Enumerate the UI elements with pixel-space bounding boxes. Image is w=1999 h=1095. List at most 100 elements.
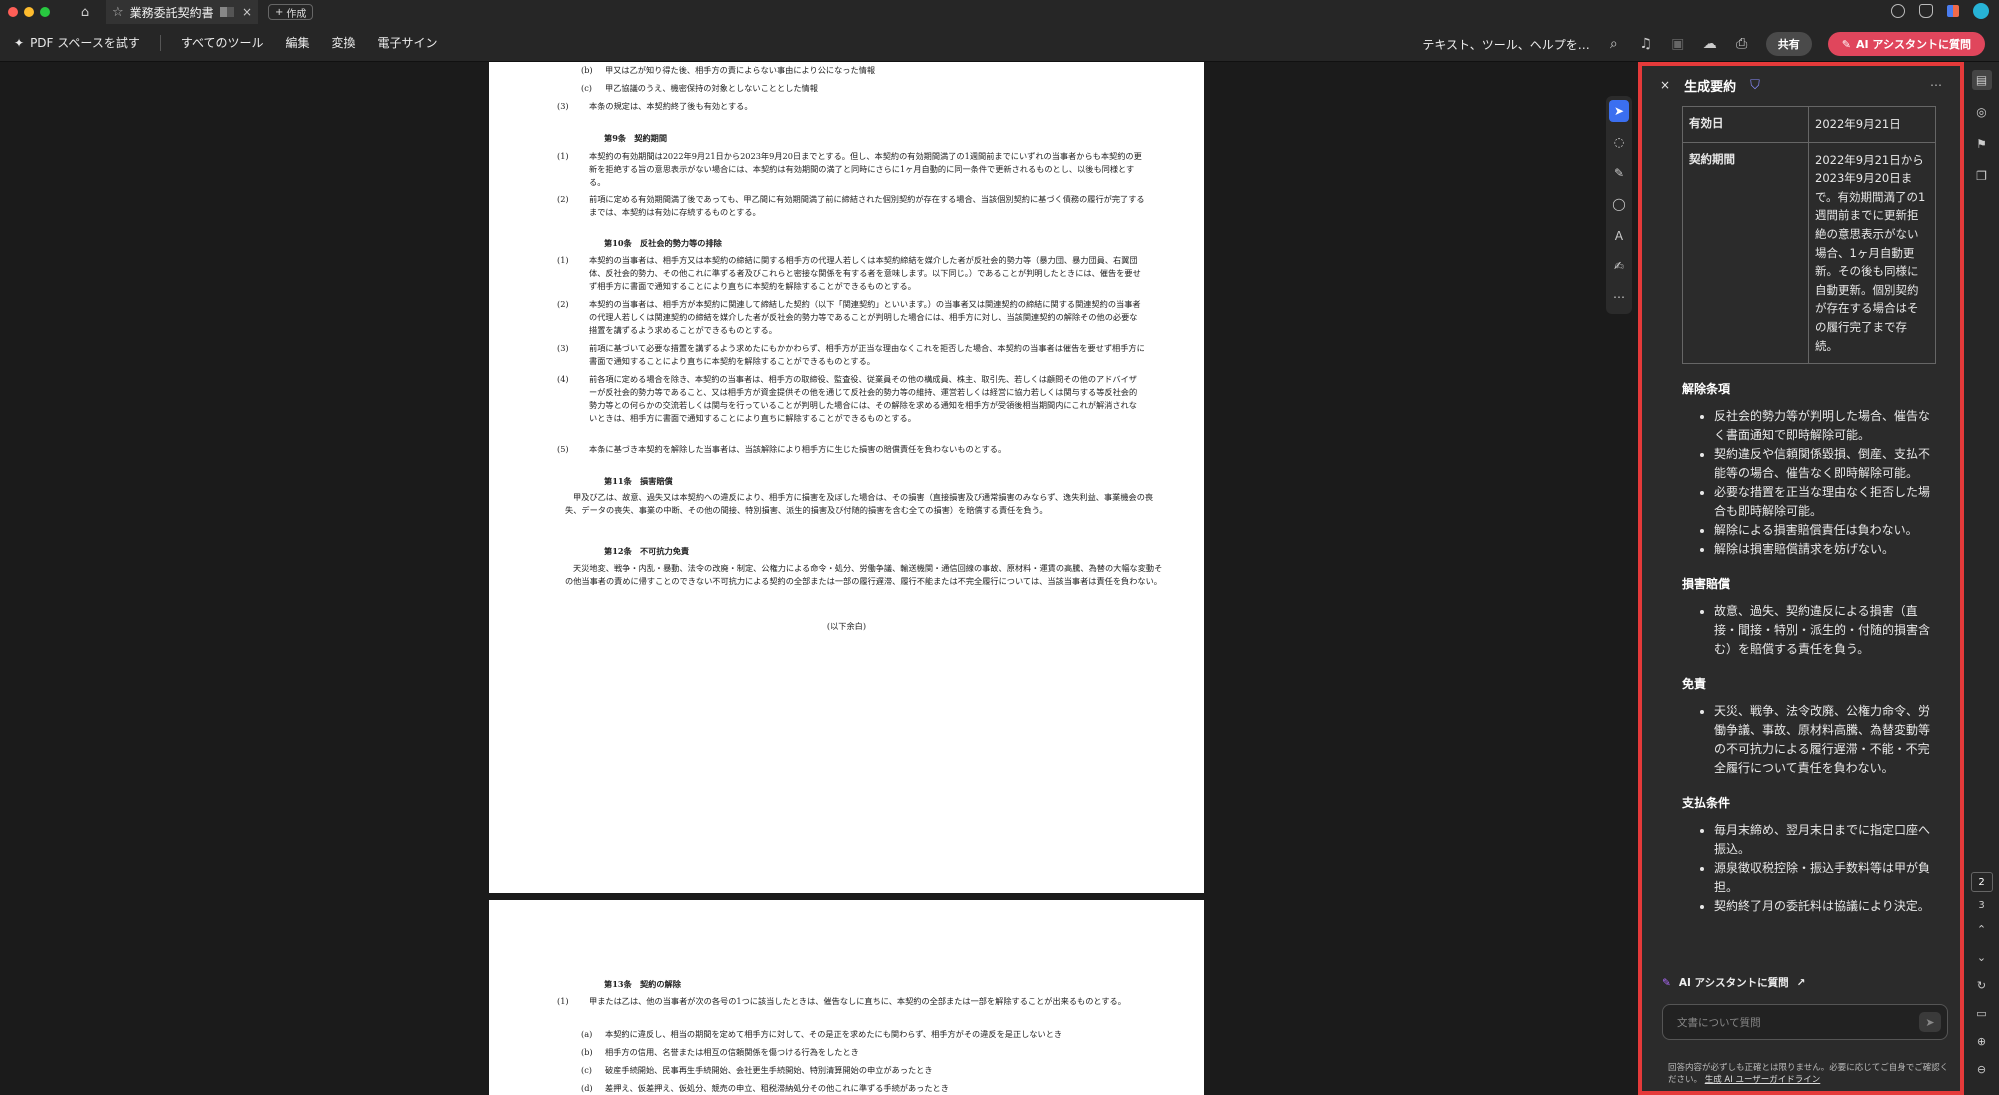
headphones-icon[interactable]: ♫ [1638,36,1654,52]
doc-paragraph: (3) 前項に基づいて必要な措置を講ずるよう求めたにもかかわらず、相手方が正当な理… [557,343,1145,366]
ai-summary-icon[interactable]: ▤ [1971,70,1992,90]
bell-icon[interactable] [1919,4,1933,18]
article-heading: 第9条 契約期間 [604,133,668,143]
bullet-list: 毎月末締め、翌月末日までに指定口座へ振込。 源泉徴収税控除・振込手数料等は甲が負… [1682,821,1936,916]
pages-icon[interactable]: ❐ [1972,166,1992,186]
print-icon[interactable]: ⎙ [1734,36,1750,52]
pdf-space-label: PDF スペースを試す [30,36,140,50]
article-heading: 第11条 損害賠償 [604,476,673,486]
section-title: 解除条項 [1682,382,1731,397]
pdf-page-2: 第13条 契約の解除 (1) 甲または乙は、他の当事者が次の各号の1つに該当したと… [489,900,1204,1095]
table-row: 契約期間 2022年9月21日から2023年9月20日まで。有効期間満了の1週間… [1682,141,1936,365]
comment-icon[interactable]: ◌ [1609,131,1629,153]
pdf-space-button[interactable]: ✦ PDF スペースを試す [14,34,140,51]
doc-paragraph: (2) 前項に定める有効期間満了後であっても、甲乙間に有効期間満了前に締結された個… [557,194,1145,217]
input-placeholder: 文書について質問 [1677,1016,1761,1029]
save-icon[interactable]: ▣ [1670,36,1686,52]
menu-convert[interactable]: 変換 [332,34,356,51]
section-title: 免責 [1682,677,1707,692]
table-key: 有効日 [1682,106,1809,143]
doc-line: (b) 甲又は乙が知り得た後、相手方の責によらない事由により公になった情報 [581,65,876,75]
article-heading: 第10条 反社会的勢力等の排除 [604,238,722,248]
comments-icon[interactable]: ◎ [1972,102,1992,122]
more-options-icon[interactable]: ⋯ [1930,78,1942,92]
list-item: 源泉徴収税控除・振込手数料等は甲が負担。 [1714,859,1936,897]
menu-all-tools[interactable]: すべてのツール [181,34,264,51]
maximize-window-button[interactable] [40,7,50,17]
ask-ai-link[interactable]: ✎ AI アシスタントに質問 ↗ [1662,975,1805,990]
pen-icon[interactable]: ✎ [1609,162,1629,184]
upload-cloud-icon[interactable]: ☁ [1702,36,1718,52]
bookmark-icon[interactable]: ⚑ [1972,134,1992,154]
pdf-page-1: (b) 甲又は乙が知り得た後、相手方の責によらない事由により公になった情報 (c)… [489,62,1204,893]
zoom-in-icon[interactable]: ⊕ [1972,1031,1992,1051]
send-icon[interactable]: ➤ [1919,1012,1941,1032]
window-controls [8,7,50,17]
list-item: 故意、過失、契約違反による損害（直接・間接・特別・派生的・付随的損害含む）を賠償… [1714,602,1936,659]
menubar-right: テキスト、ツール、ヘルプを… ⌕ ♫ ▣ ☁ ⎙ 共有 ✎ AI アシスタントに… [1422,32,1985,56]
divider [159,34,161,51]
ai-summary-panel: × 生成要約 ⛉ ⋯ 有効日 2022年9月21日 契約期間 2022年9月21… [1638,62,1964,1095]
title-bar: ⌂ ☆ 業務委託契約書 × + 作成 [0,0,1999,24]
article-heading: 第12条 不可抗力免責 [604,546,690,556]
lasso-icon[interactable]: ◯ [1609,193,1629,215]
ask-ai-label: AI アシスタントに質問 [1678,977,1789,989]
save-page-icon[interactable]: ▭ [1972,1003,1992,1023]
doc-paragraph: 甲及び乙は、故意、過失又は本契約への違反により、相手方に損害を及ぼした場合は、そ… [565,492,1154,515]
section-title: 支払条件 [1682,796,1731,811]
tab-title: 業務委託契約書 [129,5,214,20]
menu-bar: ✦ PDF スペースを試す すべてのツール 編集 変換 電子サイン テキスト、ツ… [0,24,1999,62]
star-icon[interactable]: ☆ [112,5,124,20]
document-viewer[interactable]: (b) 甲又は乙が知り得た後、相手方の責によらない事由により公になった情報 (c)… [0,62,1638,1095]
quick-tools-toolbar: ➤ ◌ ✎ ◯ Ａ ✍ ⋯ [1606,96,1632,314]
ai-assistant-label: AI アシスタントに質問 [1856,38,1971,51]
new-tab-button[interactable]: + 作成 [268,4,314,20]
close-tab-icon[interactable]: × [242,5,252,19]
list-item: 解除による損害賠償責任は負わない。 [1714,521,1936,540]
refresh-icon[interactable]: ↻ [1972,975,1992,995]
sparkle-icon: ✦ [14,35,25,50]
shield-icon: ⛉ [1750,77,1760,93]
search-icon[interactable]: ⌕ [1606,36,1622,52]
home-icon[interactable]: ⌂ [76,3,94,21]
close-window-button[interactable] [8,7,18,17]
guideline-link[interactable]: 生成 AI ユーザーガイドライン [1705,1075,1821,1085]
doc-line: (d) 差押え、仮差押え、仮処分、競売の申立、租税滞納処分その他これに準ずる手続が… [581,1083,949,1093]
search-field[interactable]: テキスト、ツール、ヘルプを… [1422,36,1589,53]
share-button[interactable]: 共有 [1765,32,1812,56]
help-icon[interactable] [1891,4,1905,18]
panel-header: × 生成要約 ⛉ ⋯ [1642,66,1960,104]
section-title: 損害賠償 [1682,577,1731,592]
table-value: 2022年9月21日 [1808,106,1936,143]
ai-assistant-icon: ✎ [1662,976,1671,989]
list-item: 契約違反や信頼関係毀損、倒産、支払不能等の場合、催告なく即時解除可能。 [1714,445,1936,483]
document-tab[interactable]: ☆ 業務委託契約書 × [106,0,258,24]
list-item: 解除は損害賠償請求を妨げない。 [1714,540,1936,559]
menu-e-sign[interactable]: 電子サイン [378,34,438,51]
panel-content[interactable]: 有効日 2022年9月21日 契約期間 2022年9月21日から2023年9月2… [1642,106,1960,966]
apps-icon[interactable] [1947,5,1959,17]
panel-title: 生成要約 [1684,79,1737,95]
avatar[interactable] [1973,3,1989,19]
current-page[interactable]: 2 [1970,872,1993,892]
new-tab-label: 作成 [286,8,307,20]
signature-icon[interactable]: ✍ [1609,255,1629,277]
chevron-up-icon[interactable]: ⌃ [1972,919,1992,939]
zoom-out-icon[interactable]: ⊖ [1972,1059,1992,1079]
menu-edit[interactable]: 編集 [286,34,310,51]
chevron-down-icon[interactable]: ⌄ [1972,947,1992,967]
text-box-icon[interactable]: Ａ [1609,224,1629,246]
close-icon[interactable]: × [1660,78,1670,92]
redacted-text [219,7,234,17]
question-input[interactable]: 文書について質問 ➤ [1662,1004,1948,1040]
select-cursor-icon[interactable]: ➤ [1609,100,1629,122]
minimize-window-button[interactable] [24,7,34,17]
page-navigation: 2 3 ⌃ ⌄ ↻ ▭ ⊕ ⊖ [1964,872,1999,1079]
list-item: 毎月末締め、翌月末日までに指定口座へ振込。 [1714,821,1936,859]
table-row: 有効日 2022年9月21日 [1682,106,1936,143]
ai-assistant-button[interactable]: ✎ AI アシスタントに質問 [1827,32,1985,56]
plus-icon: + [275,6,284,18]
list-item: 必要な措置を正当な理由なく拒否した場合も即時解除可能。 [1714,483,1936,521]
bullet-list: 天災、戦争、法令改廃、公権力命令、労働争議、事故、原材料高騰、為替変動等の不可抗… [1682,702,1936,778]
more-tools-icon[interactable]: ⋯ [1609,286,1629,308]
